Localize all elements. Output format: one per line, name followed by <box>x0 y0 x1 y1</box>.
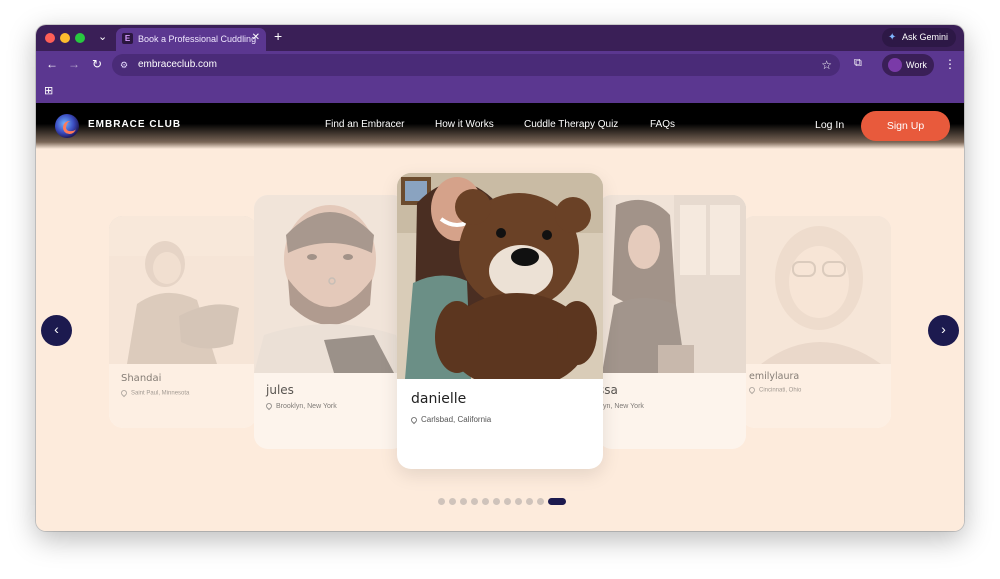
carousel-dot[interactable] <box>504 497 511 505</box>
card-fade-overlay-text <box>741 216 891 428</box>
browser-window: ⌄ E Book a Professional Cuddling ✕ + ✦ A… <box>36 25 964 531</box>
browser-toolbar: ← → ↻ ⚙ embraceclub.com ☆ ⧉ Work ⋮ <box>36 51 964 79</box>
profile-card-shandai[interactable]: Shandai Saint Paul, Minnesota <box>109 216 257 428</box>
carousel-dot[interactable] <box>526 497 533 505</box>
nav-find-an-embracer[interactable]: Find an Embracer <box>325 119 404 130</box>
embrace-club-page: Shandai Saint Paul, Minnesota emilylaura… <box>36 103 964 531</box>
card-fade-overlay-text <box>109 216 257 428</box>
carousel-dot[interactable] <box>471 497 478 505</box>
nav-cuddle-therapy-quiz[interactable]: Cuddle Therapy Quiz <box>524 119 618 130</box>
carousel-dot[interactable] <box>438 497 445 505</box>
carousel-next-button[interactable]: › <box>928 315 959 346</box>
back-arrow-icon[interactable]: ← <box>46 57 58 71</box>
location-pin-icon <box>409 415 419 425</box>
profile-photo <box>397 173 603 379</box>
carousel-pagination <box>438 497 566 505</box>
tab-title: Book a Professional Cuddling <box>138 34 257 44</box>
ask-gemini-label: Ask Gemini <box>901 32 948 42</box>
apps-grid-icon[interactable]: ⊞ <box>44 84 53 97</box>
maximize-window-button[interactable] <box>75 33 85 43</box>
favicon-icon: E <box>122 33 133 44</box>
tab-search-chevron-icon[interactable]: ⌄ <box>98 30 107 43</box>
carousel-dot[interactable] <box>482 497 489 505</box>
login-link[interactable]: Log In <box>815 119 844 131</box>
tab-strip: ⌄ E Book a Professional Cuddling ✕ + ✦ A… <box>36 25 964 51</box>
bookmark-star-icon[interactable]: ☆ <box>821 54 832 76</box>
profile-card-jules[interactable]: jules Brooklyn, New York <box>254 195 406 449</box>
card-name: danielle <box>411 391 467 407</box>
minimize-window-button[interactable] <box>60 33 70 43</box>
brand-name[interactable]: EMBRACE CLUB <box>88 119 181 130</box>
signup-button[interactable]: Sign Up <box>861 111 950 141</box>
card-fade-overlay-text <box>254 195 406 449</box>
extensions-puzzle-icon[interactable]: ⧉ <box>854 57 862 70</box>
card-location-text: Carlsbad, California <box>421 415 492 424</box>
embrace-club-logo-icon[interactable] <box>55 114 79 138</box>
carousel-dot[interactable] <box>449 497 456 505</box>
url-text: embraceclub.com <box>138 59 217 70</box>
profile-card-ssa[interactable]: ssa klyn, New York <box>598 195 746 449</box>
profile-card-emilylaura[interactable]: emilylaura Cincinnati, Ohio <box>741 216 891 428</box>
forward-arrow-icon[interactable]: → <box>68 57 80 71</box>
profile-avatar <box>888 58 902 72</box>
card-location: Carlsbad, California <box>409 415 492 425</box>
nav-how-it-works[interactable]: How it Works <box>435 119 494 130</box>
ask-gemini-button[interactable]: ✦ Ask Gemini <box>881 28 956 47</box>
carousel-prev-button[interactable]: ‹ <box>41 315 72 346</box>
profile-label: Work <box>906 60 927 70</box>
carousel-dot[interactable] <box>515 497 522 505</box>
carousel-dot[interactable] <box>493 497 500 505</box>
gemini-sparkle-icon: ✦ <box>887 32 897 43</box>
active-tab[interactable]: E Book a Professional Cuddling ✕ <box>116 28 266 51</box>
profile-button[interactable]: Work <box>882 54 934 76</box>
profile-card-danielle[interactable]: danielle Carlsbad, California <box>397 173 603 469</box>
browser-menu-icon[interactable]: ⋮ <box>944 57 956 71</box>
new-tab-button[interactable]: + <box>274 28 282 44</box>
carousel-dot[interactable] <box>537 497 544 505</box>
bookmarks-bar: ⊞ <box>36 79 964 103</box>
site-header: EMBRACE CLUB Find an Embracer How it Wor… <box>36 103 964 149</box>
address-bar[interactable]: ⚙ embraceclub.com ☆ <box>112 54 840 76</box>
close-tab-icon[interactable]: ✕ <box>252 32 260 43</box>
close-window-button[interactable] <box>45 33 55 43</box>
nav-faqs[interactable]: FAQs <box>650 119 675 130</box>
carousel-dot[interactable] <box>548 497 566 505</box>
carousel-dot[interactable] <box>460 497 467 505</box>
site-settings-icon[interactable]: ⚙ <box>120 54 128 76</box>
card-fade-overlay-text <box>598 195 746 449</box>
reload-icon[interactable]: ↻ <box>92 57 102 71</box>
